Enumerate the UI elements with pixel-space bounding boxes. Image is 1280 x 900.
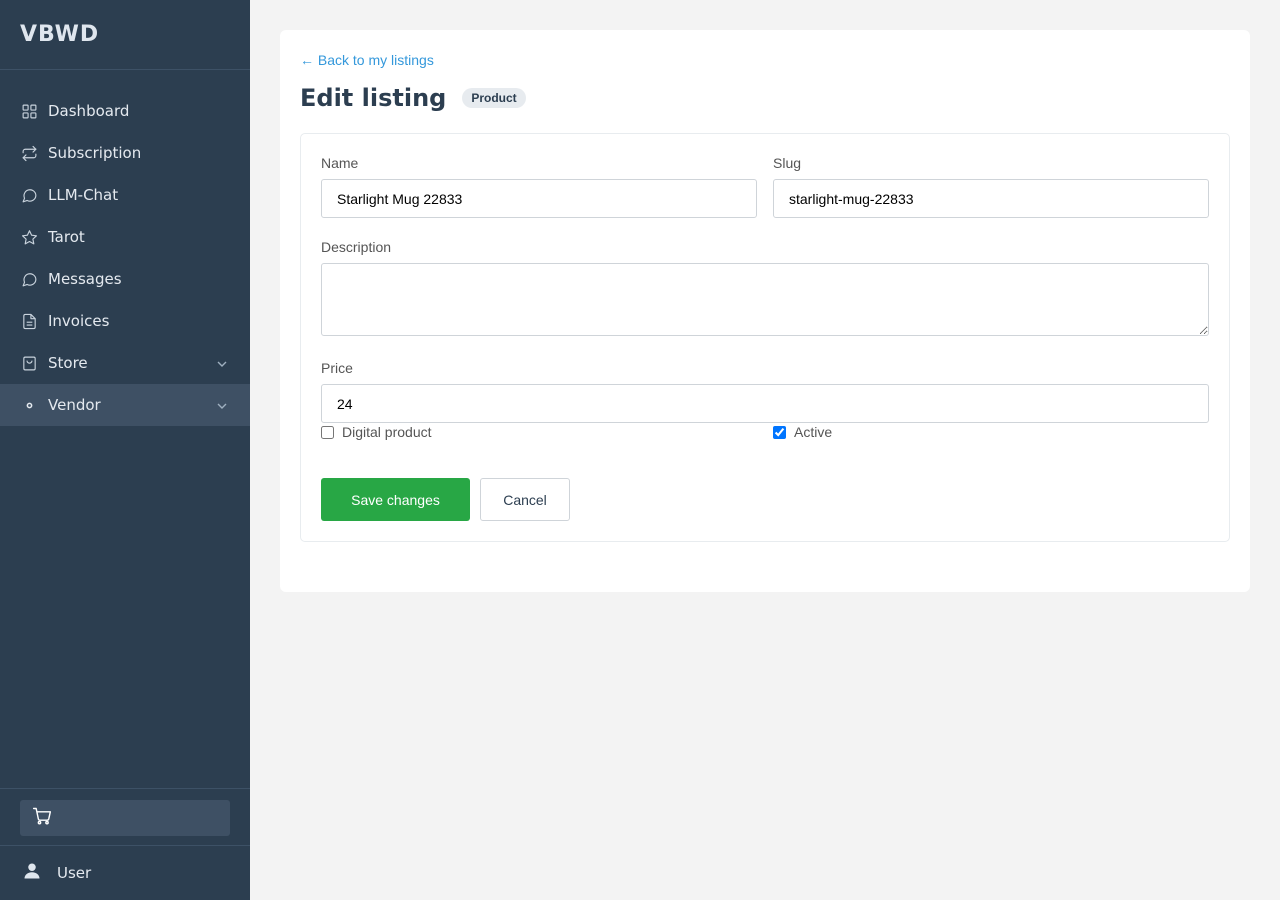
sidebar-item-label: Invoices — [48, 312, 110, 330]
dot-icon — [20, 396, 38, 414]
page-title: Edit listing — [300, 84, 447, 112]
chat-bubble-icon — [20, 186, 38, 204]
back-to-listings-link[interactable]: ← Back to my listings — [300, 52, 434, 68]
active-option[interactable]: Active — [773, 424, 832, 440]
user-label: User — [57, 864, 92, 882]
price-input[interactable] — [321, 384, 1209, 423]
bag-icon — [20, 354, 38, 372]
edit-listing-card: ← Back to my listings Edit listing Produ… — [280, 30, 1250, 592]
chevron-down-icon[interactable] — [216, 398, 228, 410]
cart-button[interactable] — [20, 800, 230, 836]
sidebar-item-label: Store — [48, 354, 88, 372]
star-icon — [20, 228, 38, 246]
user-menu[interactable]: User — [0, 845, 250, 900]
sidebar-item-label: Subscription — [48, 144, 142, 162]
sidebar-item-vendor[interactable]: Vendor — [0, 384, 250, 426]
digital-product-checkbox[interactable] — [321, 425, 334, 439]
sidebar-item-label: Messages — [48, 270, 122, 288]
sidebar-item-label: Vendor — [48, 396, 101, 414]
digital-product-label: Digital product — [342, 424, 432, 440]
sidebar-item-subscription[interactable]: Subscription — [0, 132, 250, 174]
sidebar-item-label: Dashboard — [48, 102, 130, 120]
user-icon — [22, 861, 57, 885]
slug-label: Slug — [773, 155, 802, 171]
dashboard-icon — [20, 102, 38, 120]
chevron-down-icon[interactable] — [216, 356, 228, 368]
sidebar-nav: Dashboard Subscription LLM-Chat Tarot Me… — [0, 70, 250, 426]
document-icon — [20, 312, 38, 330]
save-changes-button[interactable]: Save changes — [321, 478, 470, 521]
sidebar-item-messages[interactable]: Messages — [0, 258, 250, 300]
sidebar-item-label: LLM-Chat — [48, 186, 119, 204]
active-label: Active — [794, 424, 833, 440]
digital-product-option[interactable]: Digital product — [321, 424, 432, 440]
sidebar-item-label: Tarot — [48, 228, 85, 246]
sidebar: VBWD Dashboard Subscription LLM-Chat Tar… — [0, 0, 250, 900]
slug-input[interactable] — [773, 179, 1209, 218]
edit-listing-form: Name Slug Description Price Digital prod… — [300, 133, 1230, 542]
sidebar-item-llm-chat[interactable]: LLM-Chat — [0, 174, 250, 216]
title-row: Edit listing Product — [300, 84, 526, 112]
description-textarea[interactable] — [321, 263, 1209, 336]
description-label: Description — [321, 239, 392, 255]
sidebar-item-invoices[interactable]: Invoices — [0, 300, 250, 342]
sidebar-item-tarot[interactable]: Tarot — [0, 216, 250, 258]
name-input[interactable] — [321, 179, 757, 218]
chat-bubble-icon — [20, 270, 38, 288]
name-label: Name — [321, 155, 359, 171]
listing-type-badge: Product — [462, 88, 526, 108]
sidebar-item-dashboard[interactable]: Dashboard — [0, 90, 250, 132]
cart-icon — [32, 806, 52, 831]
repeat-icon — [20, 144, 38, 162]
active-checkbox[interactable] — [773, 425, 786, 439]
cancel-button[interactable]: Cancel — [480, 478, 570, 521]
cart-section — [0, 788, 250, 847]
brand-logo[interactable]: VBWD — [0, 0, 250, 70]
sidebar-item-store[interactable]: Store — [0, 342, 250, 384]
price-label: Price — [321, 360, 353, 376]
